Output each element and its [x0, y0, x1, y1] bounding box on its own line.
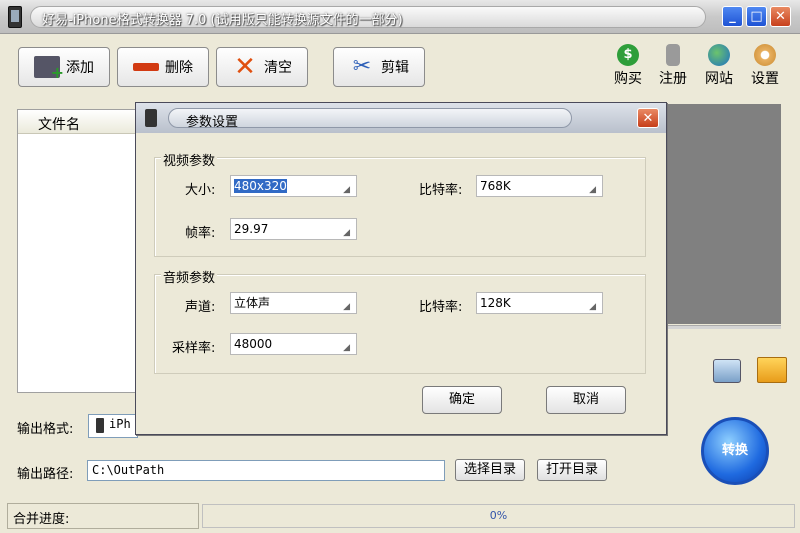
folder-open-icon[interactable]: [757, 357, 787, 383]
cancel-button[interactable]: 取消: [546, 386, 626, 414]
gear-icon: [754, 44, 776, 66]
lock-icon: [666, 44, 680, 66]
audio-bitrate-label: 比特率:: [419, 300, 463, 315]
file-list[interactable]: [17, 109, 137, 393]
minimize-button[interactable]: _: [722, 6, 743, 27]
progress-text: 0%: [489, 509, 508, 522]
framerate-label: 帧率:: [185, 226, 216, 241]
dropdown-arrow-icon: ◢: [589, 185, 596, 195]
video-bitrate-value: 768K: [480, 179, 511, 193]
convert-button[interactable]: 转换: [701, 417, 769, 485]
dollar-icon: $: [617, 44, 639, 66]
app-icon: [8, 6, 22, 28]
scissors-icon: ✂: [352, 54, 372, 79]
delete-button-label: 删除: [165, 60, 193, 76]
clear-button[interactable]: ✕ 清空: [216, 47, 308, 87]
x-icon: ✕: [234, 52, 256, 82]
clear-button-label: 清空: [264, 60, 292, 76]
window-title: 好易-iPhone格式转换器 7.0 (试用版只能转换源文件的一部分): [42, 13, 403, 28]
dropdown-arrow-icon: ◢: [343, 228, 350, 238]
settings-button[interactable]: 设置: [740, 44, 790, 88]
dialog-close-button[interactable]: ✕: [637, 108, 659, 128]
dropdown-arrow-icon: ◢: [343, 343, 350, 353]
column-header-filename[interactable]: 文件名: [38, 114, 80, 134]
website-label: 网站: [705, 71, 733, 87]
audio-params-title: 音频参数: [161, 267, 218, 286]
cut-button-label: 剪辑: [381, 60, 409, 76]
output-format-value: iPh: [109, 417, 131, 431]
dialog-title: 参数设置: [186, 115, 239, 130]
dialog-app-icon: [145, 109, 157, 127]
video-bitrate-dropdown[interactable]: 768K ◢: [476, 175, 603, 197]
audio-bitrate-value: 128K: [480, 296, 511, 310]
output-path-input[interactable]: C:\OutPath: [87, 460, 445, 481]
audio-bitrate-dropdown[interactable]: 128K ◢: [476, 292, 603, 314]
camera-icon[interactable]: [713, 359, 741, 383]
size-label: 大小:: [185, 183, 216, 198]
merge-progress-label: 合并进度:: [13, 512, 70, 527]
channel-label: 声道:: [185, 300, 216, 315]
dropdown-arrow-icon: ◢: [343, 185, 350, 195]
channel-dropdown[interactable]: 立体声 ◢: [230, 292, 357, 314]
add-button-label: 添加: [66, 60, 94, 76]
globe-icon: [708, 44, 730, 66]
framerate-dropdown[interactable]: 29.97 ◢: [230, 218, 357, 240]
samplerate-dropdown[interactable]: 48000 ◢: [230, 333, 357, 355]
settings-label: 设置: [751, 71, 779, 87]
audio-params-group: [154, 274, 646, 374]
samplerate-label: 采样率:: [172, 341, 216, 356]
register-button[interactable]: 注册: [648, 44, 698, 88]
dropdown-arrow-icon: ◢: [589, 302, 596, 312]
channel-value: 立体声: [234, 296, 271, 310]
output-path-label: 输出路径:: [17, 467, 74, 482]
website-button[interactable]: 网站: [694, 44, 744, 88]
open-dir-button[interactable]: 打开目录: [537, 459, 607, 481]
output-format-label: 输出格式:: [17, 422, 74, 437]
choose-dir-button[interactable]: 选择目录: [455, 459, 525, 481]
video-params-title: 视频参数: [161, 150, 218, 169]
buy-label: 购买: [614, 71, 642, 87]
close-button[interactable]: ✕: [770, 6, 791, 27]
preview-slider[interactable]: [666, 325, 781, 329]
phone-icon: [96, 418, 104, 433]
samplerate-value: 48000: [234, 337, 273, 351]
buy-button[interactable]: $ 购买: [603, 44, 653, 88]
video-bitrate-label: 比特率:: [419, 183, 463, 198]
maximize-button[interactable]: □: [746, 6, 767, 27]
delete-button[interactable]: 删除: [117, 47, 209, 87]
size-value: 480x320: [234, 179, 287, 193]
ok-button[interactable]: 确定: [422, 386, 502, 414]
minus-icon: [133, 63, 159, 71]
video-params-group: [154, 157, 646, 257]
add-button[interactable]: 添加: [18, 47, 110, 87]
register-label: 注册: [659, 71, 687, 87]
size-dropdown[interactable]: 480x320 ◢: [230, 175, 357, 197]
film-add-icon: [34, 56, 64, 82]
dropdown-arrow-icon: ◢: [343, 302, 350, 312]
cut-button[interactable]: ✂ 剪辑: [333, 47, 425, 87]
framerate-value: 29.97: [234, 222, 269, 236]
video-preview: [666, 104, 781, 324]
